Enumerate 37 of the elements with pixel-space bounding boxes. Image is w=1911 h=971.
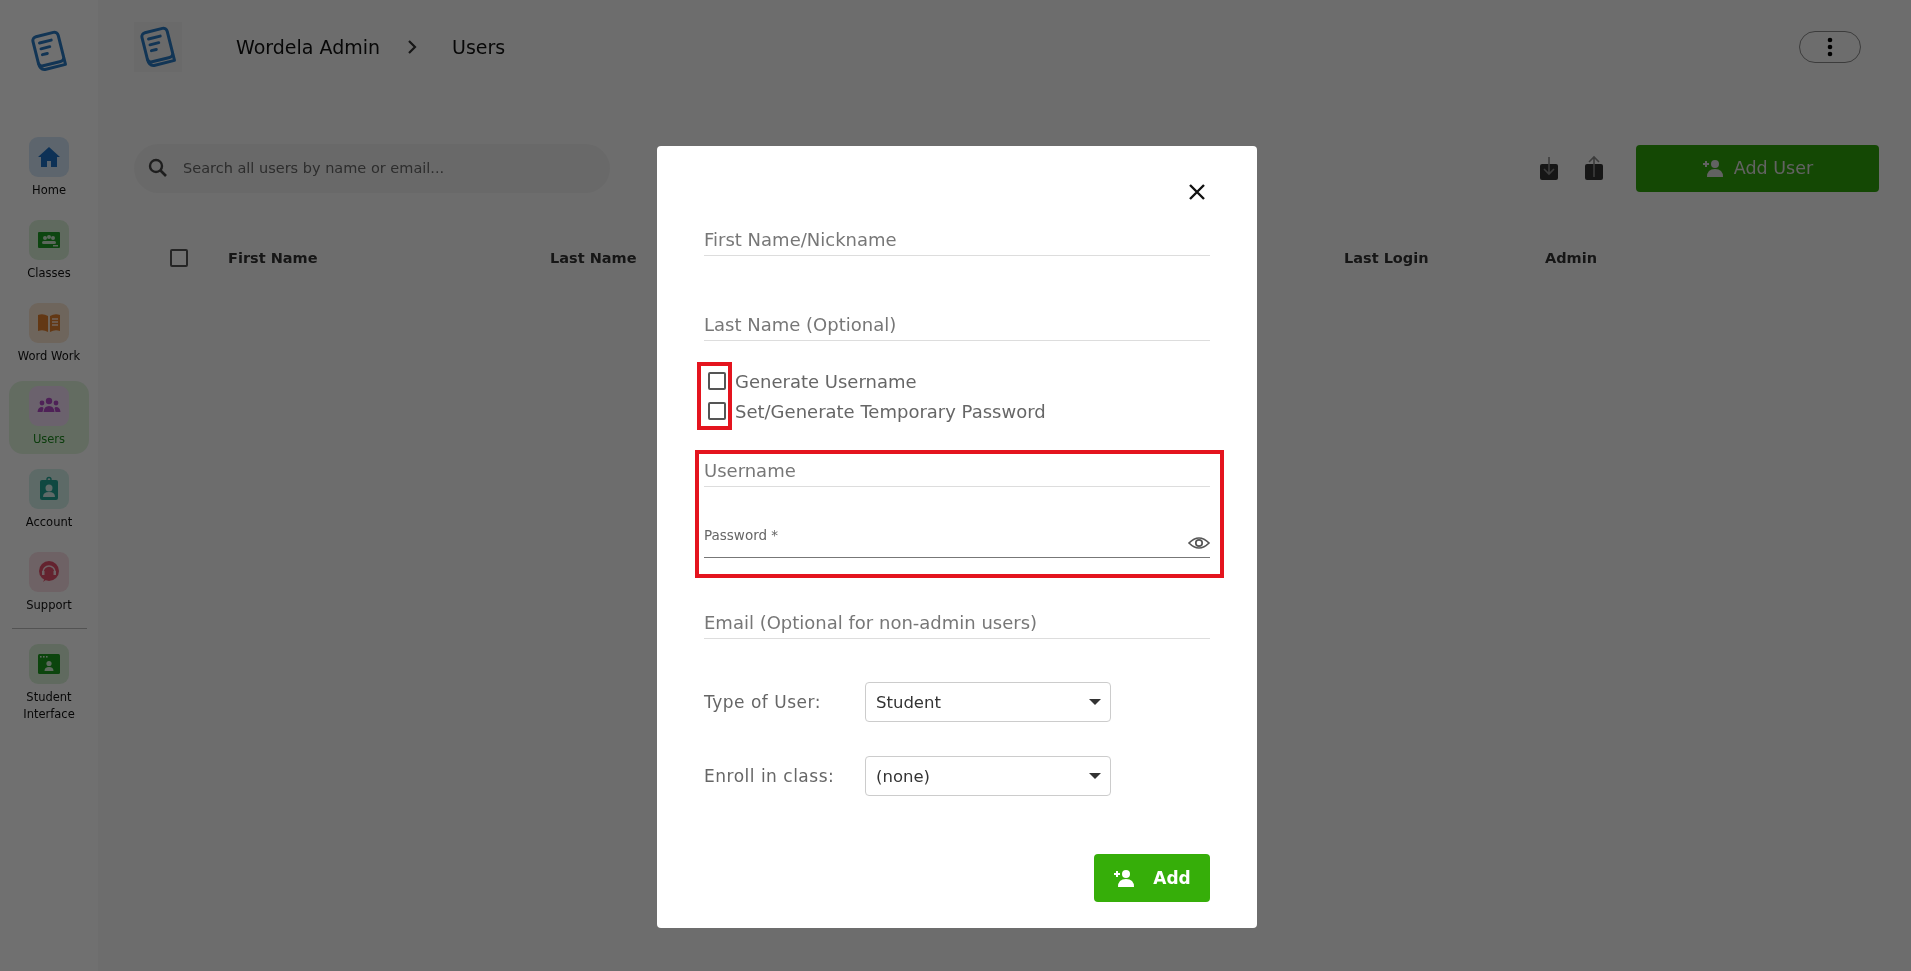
search-icon xyxy=(148,157,168,178)
column-header[interactable]: Last Login xyxy=(1344,250,1429,266)
breadcrumb-item: Users xyxy=(452,36,506,58)
close-icon xyxy=(1188,183,1206,201)
nav-item[interactable]: Word Work xyxy=(9,298,89,371)
field-label: Type of User: xyxy=(704,692,822,712)
chevron-right-icon xyxy=(406,39,419,55)
download-button[interactable] xyxy=(1539,155,1559,181)
column-header[interactable]: First Name xyxy=(228,250,318,266)
upload-button[interactable] xyxy=(1584,155,1604,181)
nav-item[interactable]: Student Interface xyxy=(9,639,89,729)
nav-item[interactable]: Classes xyxy=(9,215,89,288)
add-button[interactable]: Add xyxy=(1094,854,1210,902)
nav-item[interactable]: Home xyxy=(9,132,89,205)
checkbox-option[interactable]: Generate Username xyxy=(704,366,917,396)
upload-tray-icon xyxy=(1584,155,1604,181)
nav-item[interactable]: Support xyxy=(9,547,89,620)
password-field[interactable]: Password * xyxy=(704,527,1210,558)
column-header[interactable]: Last Name xyxy=(550,250,637,266)
caret-down-icon xyxy=(1089,773,1101,779)
nav-item[interactable]: Users xyxy=(9,381,89,454)
download-tray-icon xyxy=(1539,155,1559,181)
person-plus-icon xyxy=(1113,868,1136,888)
select-all-checkbox[interactable] xyxy=(170,249,188,267)
breadcrumb-item[interactable]: Wordela Admin xyxy=(236,36,381,58)
caret-down-icon xyxy=(1089,699,1101,705)
search-field[interactable]: Search all users by name or email... xyxy=(134,143,610,193)
checkbox-option[interactable]: Set/Generate Temporary Password xyxy=(704,396,1046,426)
dropdown[interactable]: (none) xyxy=(865,756,1111,796)
show-password-button[interactable] xyxy=(1188,535,1210,551)
field-label: Enroll in class: xyxy=(704,766,836,786)
dropdown[interactable]: Student xyxy=(865,682,1111,722)
column-header[interactable]: Admin xyxy=(1545,250,1597,266)
nav-item[interactable]: Account xyxy=(9,464,89,537)
person-plus-icon xyxy=(1701,158,1724,178)
vertical-dots-icon xyxy=(1827,37,1833,57)
eye-icon xyxy=(1188,535,1210,551)
